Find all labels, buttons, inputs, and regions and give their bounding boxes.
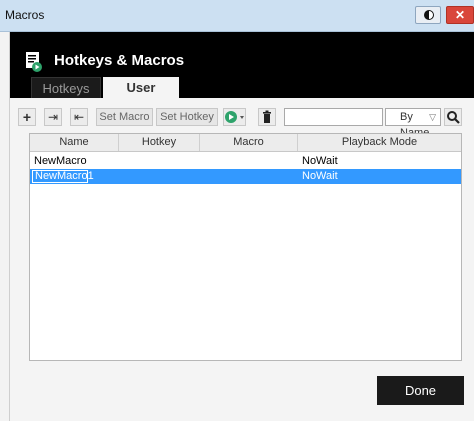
- export-icon: ⇤: [73, 110, 85, 124]
- import-button[interactable]: ⇥: [44, 108, 62, 126]
- page-title: Hotkeys & Macros: [54, 52, 185, 69]
- app-header: Hotkeys & Macros Hotkeys User Macros: [10, 32, 474, 116]
- search-icon: [447, 111, 460, 124]
- tab-hotkeys[interactable]: Hotkeys: [31, 77, 101, 98]
- column-header-macro[interactable]: Macro: [200, 134, 298, 151]
- delete-button[interactable]: [258, 108, 276, 126]
- search-button[interactable]: [444, 108, 462, 126]
- cell-playback-mode: NoWait: [302, 170, 338, 182]
- table-header: Name Hotkey Macro Playback Mode: [30, 134, 461, 152]
- column-header-hotkey[interactable]: Hotkey: [119, 134, 200, 151]
- macro-document-icon: [26, 52, 42, 72]
- cell-name: NewMacro: [34, 155, 87, 167]
- add-macro-button[interactable]: +: [18, 108, 36, 126]
- trash-icon: [263, 110, 271, 123]
- import-icon: ⇥: [47, 110, 59, 124]
- close-button[interactable]: ✕: [446, 6, 474, 24]
- sort-select[interactable]: By Name ▽: [385, 108, 441, 139]
- window-left-edge: [0, 32, 10, 421]
- chevron-down-icon: ▽: [429, 112, 436, 122]
- window-title: Macros: [5, 8, 45, 22]
- title-bar: Macros ✕: [0, 0, 474, 32]
- contrast-icon: [424, 10, 434, 20]
- tab-user-macros[interactable]: User Macros: [103, 77, 179, 116]
- theme-toggle-button[interactable]: [415, 6, 441, 24]
- cell-playback-mode: NoWait: [302, 155, 338, 167]
- table-row[interactable]: NewMacro NoWait: [30, 154, 461, 169]
- plus-icon: +: [22, 109, 32, 125]
- play-icon: [225, 111, 244, 123]
- macro-table: Name Hotkey Macro Playback Mode NewMacro…: [29, 133, 462, 361]
- play-button[interactable]: [223, 108, 246, 126]
- table-row-selected[interactable]: NewMacro1 NoWait: [30, 169, 461, 184]
- set-hotkey-button[interactable]: Set Hotkey: [156, 108, 218, 126]
- column-header-playback-mode[interactable]: Playback Mode: [298, 134, 461, 151]
- column-header-name[interactable]: Name: [30, 134, 119, 151]
- search-input[interactable]: [284, 108, 383, 126]
- done-button[interactable]: Done: [377, 376, 464, 405]
- set-macro-button[interactable]: Set Macro: [96, 108, 153, 126]
- export-button[interactable]: ⇤: [70, 108, 88, 126]
- rename-input[interactable]: NewMacro1: [32, 170, 94, 183]
